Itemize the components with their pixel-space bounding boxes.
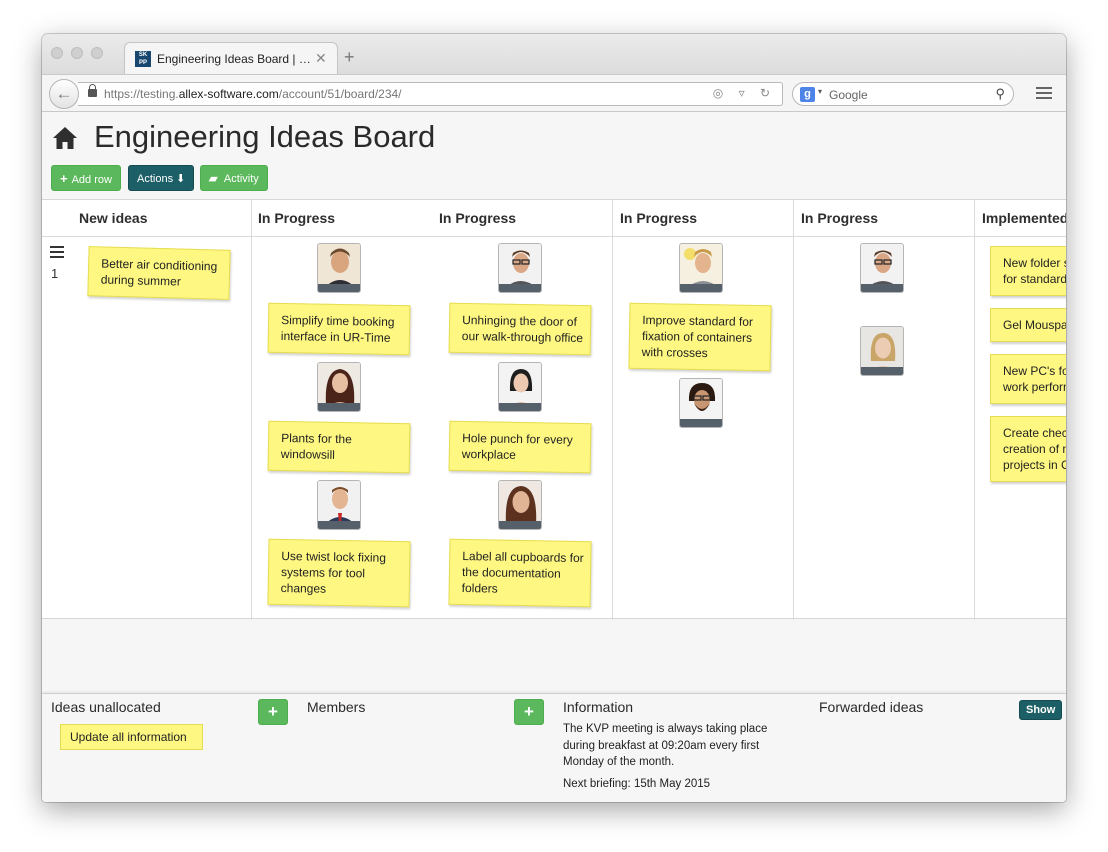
column-header-in-progress[interactable]: In Progress: [801, 210, 878, 226]
search-input[interactable]: Google: [829, 88, 868, 102]
ideas-unallocated-title: Ideas unallocated: [51, 699, 161, 715]
lock-icon: [88, 84, 97, 97]
member-avatar[interactable]: [679, 378, 723, 428]
column-divider: [974, 200, 975, 620]
idea-note[interactable]: Improve standard for fixation of contain…: [628, 302, 772, 372]
avatar-bar: [861, 367, 903, 375]
activity-button[interactable]: ▰ Activity: [200, 165, 268, 191]
information-text: The KVP meeting is always taking place d…: [563, 723, 768, 768]
member-avatar[interactable]: [860, 243, 904, 293]
close-window-button[interactable]: [51, 47, 63, 59]
member-avatar[interactable]: [317, 362, 361, 412]
members-title: Members: [307, 699, 366, 715]
url-prefix: https://testing.: [104, 87, 179, 101]
back-arrow-icon[interactable]: ←: [49, 79, 79, 109]
plus-icon: +: [60, 171, 68, 186]
idea-note[interactable]: Simplify time booking interface in UR-Ti…: [267, 302, 411, 356]
avatar-bar: [499, 403, 541, 411]
idea-note[interactable]: Gel Mouspa: [990, 308, 1066, 342]
url-path: /account/51/board/234/: [278, 87, 402, 101]
search-icon[interactable]: ⚲: [995, 86, 1005, 102]
column-divider: [793, 200, 794, 620]
navigation-bar: https://testing.allex-software.com/accou…: [42, 74, 1066, 112]
url-domain: allex-software.com: [178, 87, 279, 101]
member-avatar[interactable]: [498, 480, 542, 530]
idea-note[interactable]: New PC's fo work perform: [990, 354, 1066, 404]
google-icon[interactable]: g: [800, 87, 815, 102]
column-header-in-progress[interactable]: In Progress: [439, 210, 516, 226]
actions-button[interactable]: Actions ⬇: [128, 165, 195, 191]
row-menu-icon[interactable]: [50, 246, 64, 258]
idea-note[interactable]: Hole punch for every workplace: [448, 420, 592, 474]
avatar-bar: [499, 521, 541, 529]
page-content: Engineering Ideas Board + Add row Actions…: [42, 113, 1066, 802]
search-engine-dropdown-icon[interactable]: ▾: [818, 87, 822, 96]
member-avatar[interactable]: [317, 243, 361, 293]
arrow-down-icon: ⬇: [176, 173, 186, 185]
avatar-bar: [318, 403, 360, 411]
avatar-bar: [680, 284, 722, 292]
avatar-bar: [318, 284, 360, 292]
idea-note[interactable]: New folder s for standard: [990, 246, 1066, 296]
footer-panel: Ideas unallocated Update all information…: [42, 693, 1066, 802]
idea-note[interactable]: Unhinging the door of our walk-through o…: [448, 302, 592, 356]
idea-note[interactable]: Create chec creation of n projects in C: [990, 416, 1066, 482]
member-avatar[interactable]: [498, 243, 542, 293]
idea-board: New ideas In Progress In Progress In Pro…: [42, 199, 1066, 620]
member-avatar[interactable]: [498, 362, 542, 412]
column-divider: [612, 200, 613, 620]
column-divider: [251, 200, 252, 620]
new-tab-button[interactable]: +: [344, 48, 355, 66]
search-bar[interactable]: g ▾ Google ⚲: [792, 82, 1014, 106]
activity-label: Activity: [223, 173, 259, 185]
tab-close-icon[interactable]: ✕: [315, 50, 327, 67]
column-header-new-ideas[interactable]: New ideas: [79, 210, 147, 226]
avatar-bar: [861, 284, 903, 292]
unallocated-idea-note[interactable]: Update all information: [60, 724, 203, 750]
browser-window: SK PP Engineering Ideas Board | all... ✕…: [42, 34, 1066, 802]
add-unallocated-idea-button[interactable]: +: [258, 699, 288, 725]
member-avatar[interactable]: [317, 480, 361, 530]
column-header-in-progress[interactable]: In Progress: [620, 210, 697, 226]
zoom-window-button[interactable]: [91, 47, 103, 59]
browser-tab[interactable]: SK PP Engineering Ideas Board | all... ✕: [124, 42, 338, 74]
column-header-in-progress[interactable]: In Progress: [258, 210, 335, 226]
information-title: Information: [563, 699, 634, 715]
add-row-button[interactable]: + Add row: [51, 165, 121, 191]
hamburger-menu-icon[interactable]: [1036, 87, 1052, 99]
add-member-button[interactable]: +: [514, 699, 544, 725]
site-favicon-icon: SK PP: [135, 51, 151, 67]
idea-note[interactable]: Label all cupboards for the documentatio…: [448, 538, 592, 608]
url-action-icons[interactable]: ◎ ▿ ↻: [713, 86, 776, 100]
home-icon[interactable]: [52, 125, 78, 151]
next-briefing-text: Next briefing: 15th May 2015: [563, 778, 711, 790]
idea-note[interactable]: Use twist lock fixing systems for tool c…: [267, 538, 411, 608]
column-header-implemented[interactable]: Implemented: [982, 210, 1066, 226]
avatar-bar: [499, 284, 541, 292]
member-avatar[interactable]: [860, 326, 904, 376]
tab-title: Engineering Ideas Board | all...: [157, 52, 313, 66]
address-bar[interactable]: https://testing.allex-software.com/accou…: [78, 82, 783, 106]
add-row-label: Add row: [71, 174, 112, 186]
idea-note[interactable]: Better air conditioning during summer: [87, 246, 231, 300]
avatar-bar: [318, 521, 360, 529]
minimize-window-button[interactable]: [71, 47, 83, 59]
row-number: 1: [51, 266, 59, 281]
idea-note[interactable]: Plants for the windowsill: [267, 420, 411, 474]
header-divider: [42, 236, 1066, 237]
forwarded-ideas-title: Forwarded ideas: [819, 699, 924, 715]
actions-label: Actions: [137, 173, 174, 185]
show-forwarded-button[interactable]: Show: [1019, 700, 1063, 720]
folder-open-icon: ▰: [209, 173, 218, 185]
avatar-bar: [680, 419, 722, 427]
tab-bar: SK PP Engineering Ideas Board | all... ✕…: [42, 34, 1066, 74]
page-title: Engineering Ideas Board: [94, 119, 436, 154]
member-avatar[interactable]: [679, 243, 723, 293]
url-text[interactable]: https://testing.allex-software.com/accou…: [104, 87, 402, 101]
